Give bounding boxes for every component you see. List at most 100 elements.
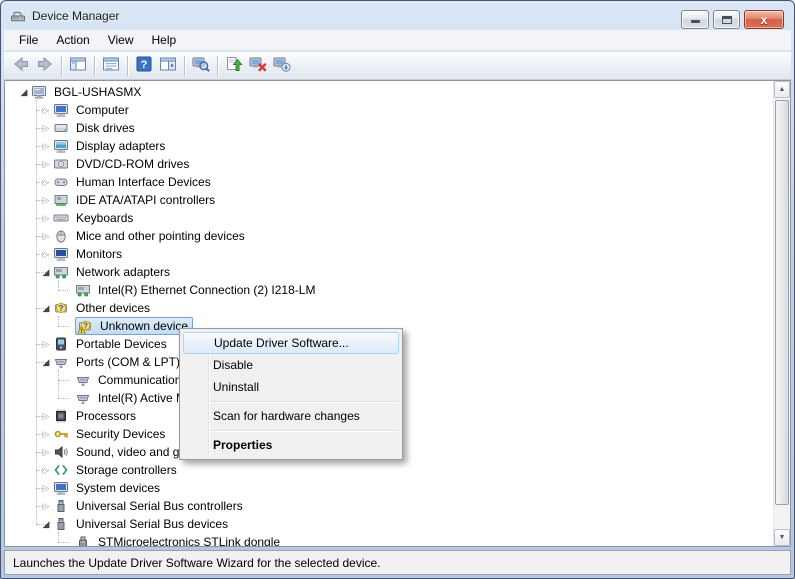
tree-item-label: Computer [73, 102, 132, 118]
storage-icon [53, 462, 71, 478]
tree-item-monitors[interactable]: ▷Monitors [5, 245, 773, 263]
tree-item-universal-serial-bus-controllers[interactable]: ▷Universal Serial Bus controllers [5, 497, 773, 515]
context-menu-item-uninstall[interactable]: Uninstall [180, 376, 402, 398]
context-menu-item-update-driver-software[interactable]: Update Driver Software... [183, 332, 399, 354]
tree-item-disk-drives[interactable]: ▷ Disk drives [5, 119, 773, 137]
expand-icon[interactable]: ▷ [39, 425, 53, 443]
vertical-scrollbar[interactable]: ▲ ▼ [773, 81, 790, 546]
collapse-icon[interactable]: ◢ [39, 299, 53, 317]
maximize-icon [722, 16, 732, 24]
tree-item-mice-and-other-pointing-devices[interactable]: ▷Mice and other pointing devices [5, 227, 773, 245]
expand-icon[interactable]: ▷ [39, 173, 53, 191]
show-hide-console-tree-button[interactable] [66, 54, 90, 78]
expand-icon[interactable]: ▷ [39, 119, 53, 137]
tree-item-label: Disk drives [73, 120, 138, 136]
security-icon [53, 426, 71, 442]
tree-item-storage-controllers[interactable]: ▷ Storage controllers [5, 461, 773, 479]
status-text: Launches the Update Driver Software Wiza… [13, 556, 381, 570]
context-menu-item-properties[interactable]: Properties [180, 434, 402, 456]
help-button[interactable]: ? [132, 54, 156, 78]
svg-text:?: ? [58, 303, 63, 313]
tree-item-display-adapters[interactable]: ▷Display adapters [5, 137, 773, 155]
tree-item-label: IDE ATA/ATAPI controllers [73, 192, 218, 208]
tree-item-label: Other devices [73, 300, 153, 316]
help-icon: ? [135, 55, 153, 76]
scroll-up-button[interactable]: ▲ [774, 81, 790, 98]
scan-for-hardware-changes-button[interactable] [189, 54, 213, 78]
back-button[interactable] [9, 54, 33, 78]
tree-item-human-interface-devices[interactable]: ▷ Human Interface Devices [5, 173, 773, 191]
expand-icon[interactable]: ▷ [39, 443, 53, 461]
menu-file[interactable]: File [10, 30, 47, 50]
processor-icon [53, 408, 71, 424]
tree-item-label: Security Devices [73, 426, 168, 442]
tree-item-universal-serial-bus-devices[interactable]: ◢Universal Serial Bus devices [5, 515, 773, 533]
arrow-right-icon [36, 55, 54, 76]
tree-item-label: BGL-USHASMX [51, 84, 144, 100]
ide-icon [53, 192, 71, 208]
context-menu-item-scan-for-hardware-changes[interactable]: Scan for hardware changes [180, 405, 402, 427]
toolbar-separator [61, 56, 62, 76]
collapse-icon[interactable]: ◢ [39, 515, 53, 533]
portable-icon [53, 336, 71, 352]
minimize-button[interactable] [681, 10, 709, 29]
tree-item-other-devices[interactable]: ◢? Other devices [5, 299, 773, 317]
tree-item-bgl-ushasmx[interactable]: ◢ BGL-USHASMX [5, 83, 773, 101]
menu-view[interactable]: View [99, 30, 143, 50]
tree-item-system-devices[interactable]: ▷System devices [5, 479, 773, 497]
forward-button[interactable] [33, 54, 57, 78]
context-menu-item-disable[interactable]: Disable [180, 354, 402, 376]
tree-item-label: Human Interface Devices [73, 174, 214, 190]
device-manager-window: Device Manager x FileActionViewHelp ? ◢ B… [0, 0, 795, 579]
toolbar-separator [217, 56, 218, 76]
disable-button[interactable] [270, 54, 294, 78]
expand-icon[interactable]: ▷ [39, 209, 53, 227]
expand-icon[interactable]: ▷ [39, 155, 53, 173]
properties-button[interactable] [99, 54, 123, 78]
expand-icon[interactable]: ▷ [39, 335, 53, 353]
tree-item-keyboards[interactable]: ▷Keyboards [5, 209, 773, 227]
status-bar: Launches the Update Driver Software Wiza… [4, 550, 791, 575]
update-driver-software-button[interactable] [222, 54, 246, 78]
menu-bar: FileActionViewHelp [4, 30, 791, 51]
tree-item-stmicroelectronics-stlink-dongle[interactable]: STMicroelectronics STLink dongle [5, 533, 773, 546]
expand-icon[interactable]: ▷ [39, 245, 53, 263]
expand-icon[interactable]: ▷ [39, 479, 53, 497]
collapse-icon[interactable]: ◢ [17, 83, 31, 101]
menu-help[interactable]: Help [143, 30, 186, 50]
expand-icon[interactable]: ▷ [39, 461, 53, 479]
tree-item-network-adapters[interactable]: ◢Network adapters [5, 263, 773, 281]
sound-icon [53, 444, 71, 460]
collapse-icon[interactable]: ◢ [39, 353, 53, 371]
expand-icon[interactable]: ▷ [39, 191, 53, 209]
tree-item-dvd-cd-rom-drives[interactable]: ▷DVD/CD-ROM drives [5, 155, 773, 173]
device-tree-panel: ◢BGL-USHASMX▷Computer▷Disk drives▷Displa… [4, 80, 791, 547]
show-hide-action-pane-button[interactable] [156, 54, 180, 78]
keyboard-icon [53, 210, 71, 226]
usb-icon [53, 498, 71, 514]
tree-item-label: Storage controllers [73, 462, 180, 478]
scrollbar-thumb[interactable] [775, 100, 789, 505]
tree-item-label: Portable Devices [73, 336, 170, 352]
maximize-button[interactable] [713, 10, 740, 29]
expand-icon[interactable]: ▷ [39, 101, 53, 119]
tree-item-computer[interactable]: ▷ Computer [5, 101, 773, 119]
expand-icon[interactable]: ▷ [39, 497, 53, 515]
window-title: Device Manager [32, 9, 119, 23]
display-icon [53, 138, 71, 154]
menu-action[interactable]: Action [47, 30, 98, 50]
scroll-down-button[interactable]: ▼ [774, 529, 790, 546]
expand-icon[interactable]: ▷ [39, 407, 53, 425]
uninstall-button[interactable] [246, 54, 270, 78]
close-button[interactable]: x [744, 10, 784, 29]
tree-item-ide-ata-atapi-controllers[interactable]: ▷ IDE ATA/ATAPI controllers [5, 191, 773, 209]
arrow-left-icon [12, 55, 30, 76]
toolbar-separator [184, 56, 185, 76]
tree-item-intel-r-ethernet-connection-2-i218-lm[interactable]: Intel(R) Ethernet Connection (2) I218-LM [5, 281, 773, 299]
disk-icon [53, 120, 71, 136]
expand-icon[interactable]: ▷ [39, 137, 53, 155]
title-bar[interactable]: Device Manager x [1, 1, 794, 30]
collapse-icon[interactable]: ◢ [39, 263, 53, 281]
expand-icon[interactable]: ▷ [39, 227, 53, 245]
workstation-icon [31, 84, 49, 100]
